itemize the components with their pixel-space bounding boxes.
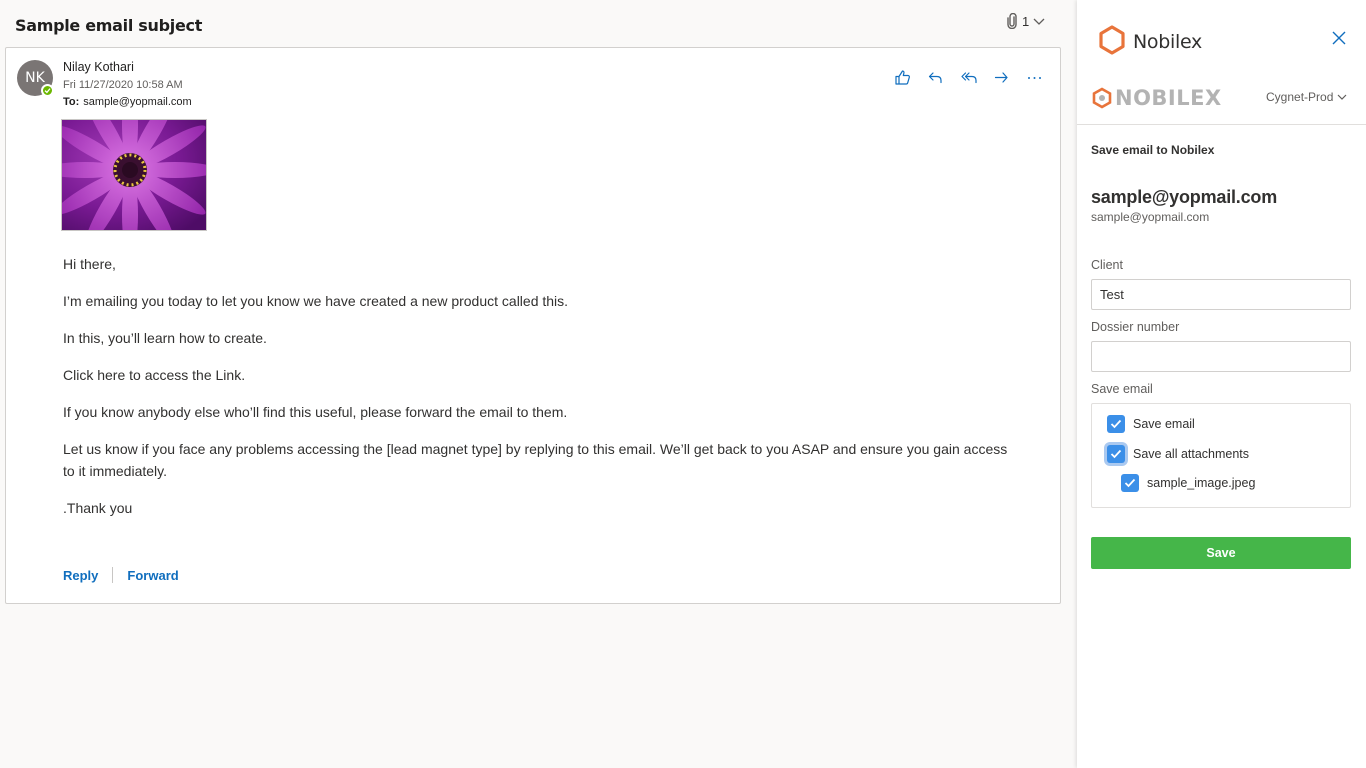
client-label: Client <box>1091 258 1123 272</box>
chevron-down-icon[interactable] <box>1033 16 1045 26</box>
reply-all-icon <box>961 71 977 83</box>
chevron-down-icon <box>1337 94 1347 100</box>
body-paragraph: In this, you’ll learn how to create. <box>63 330 267 346</box>
body-paragraph: Let us know if you face any problems acc… <box>63 441 1008 479</box>
more-icon <box>1028 76 1041 79</box>
contact-name: sample@yopmail.com <box>1091 187 1278 207</box>
reply-all-button[interactable] <box>960 67 993 87</box>
sent-date: Fri 11/27/2020 10:58 AM <box>63 79 183 91</box>
body-paragraph: .Thank you <box>63 500 133 516</box>
body-paragraph: Hi there, <box>63 256 116 272</box>
recipient-address[interactable]: sample@yopmail.com <box>83 96 191 108</box>
attachment-indicator[interactable]: 1 <box>1006 13 1045 29</box>
more-actions-button[interactable] <box>1026 67 1059 87</box>
environment-value: Cygnet-Prod <box>1266 90 1334 104</box>
like-button[interactable] <box>894 67 927 87</box>
nobilex-addin-pane: Nobilex NOBILEX Cygnet-Prod Save email t… <box>1077 0 1366 768</box>
body-paragraph: I’m emailing you today to let you know w… <box>63 293 569 309</box>
save-all-attachments-label: Save all attachments <box>1133 447 1250 461</box>
recipient-line: To: sample@yopmail.com <box>63 96 192 108</box>
inline-image-flower[interactable] <box>61 119 207 231</box>
divider <box>112 567 114 583</box>
save-button[interactable]: Save <box>1091 537 1351 569</box>
attachment-file-checkbox[interactable]: sample_image.jpeg <box>1121 474 1255 492</box>
dossier-number-input[interactable] <box>1091 341 1351 372</box>
addin-header: Nobilex <box>1077 0 1366 80</box>
body-paragraph: Click here to access the Link. <box>63 367 246 383</box>
attachment-count: 1 <box>1022 13 1030 29</box>
client-input[interactable] <box>1091 279 1351 310</box>
subject-bar: Sample email subject 1 <box>0 0 1066 48</box>
sender-name[interactable]: Nilay Kothari <box>63 60 134 74</box>
checkbox-checked-icon[interactable] <box>1107 415 1125 433</box>
paperclip-icon <box>1006 13 1018 29</box>
environment-dropdown[interactable]: Cygnet-Prod <box>1266 90 1347 104</box>
email-body: Hi there, I’m emailing you today to let … <box>63 253 1013 534</box>
presence-available-icon <box>41 84 54 97</box>
body-paragraph: If you know anybody else who’ll find thi… <box>63 404 568 420</box>
forward-link[interactable]: Forward <box>127 568 178 583</box>
brand-mark-icon <box>1092 87 1112 109</box>
close-icon[interactable] <box>1331 30 1347 51</box>
save-heading: Save email to Nobilex <box>1091 143 1215 157</box>
save-options-group: Save email Save all attachments sample_i… <box>1091 403 1351 508</box>
addin-title: Nobilex <box>1133 31 1202 53</box>
nobilex-hexagon-icon <box>1098 25 1126 60</box>
message-card: NK Nilay Kothari Fri 11/27/2020 10:58 AM… <box>5 47 1061 604</box>
dossier-label: Dossier number <box>1091 320 1180 334</box>
forward-icon <box>994 71 1008 83</box>
save-email-option-label: Save email <box>1133 417 1195 431</box>
checkbox-checked-icon[interactable] <box>1107 445 1125 463</box>
email-subject: Sample email subject <box>15 16 203 35</box>
message-actions <box>894 67 1059 87</box>
reply-link[interactable]: Reply <box>63 568 98 583</box>
save-email-section-label: Save email <box>1091 382 1153 396</box>
checkbox-checked-icon[interactable] <box>1121 474 1139 492</box>
reply-icon <box>928 71 942 83</box>
reply-button[interactable] <box>927 67 960 87</box>
brand-wordmark: NOBILEX <box>1115 86 1222 110</box>
like-icon <box>895 69 910 85</box>
contact-email: sample@yopmail.com <box>1091 210 1210 224</box>
to-label: To: <box>63 96 80 108</box>
save-all-attachments-checkbox[interactable]: Save all attachments <box>1107 445 1249 463</box>
message-footer-links: Reply Forward <box>63 567 179 583</box>
forward-button[interactable] <box>993 67 1026 87</box>
attachment-file-label: sample_image.jpeg <box>1147 476 1256 490</box>
nobilex-logo: NOBILEX <box>1091 86 1222 110</box>
save-email-checkbox[interactable]: Save email <box>1107 415 1195 433</box>
brand-row: NOBILEX Cygnet-Prod <box>1077 80 1366 125</box>
